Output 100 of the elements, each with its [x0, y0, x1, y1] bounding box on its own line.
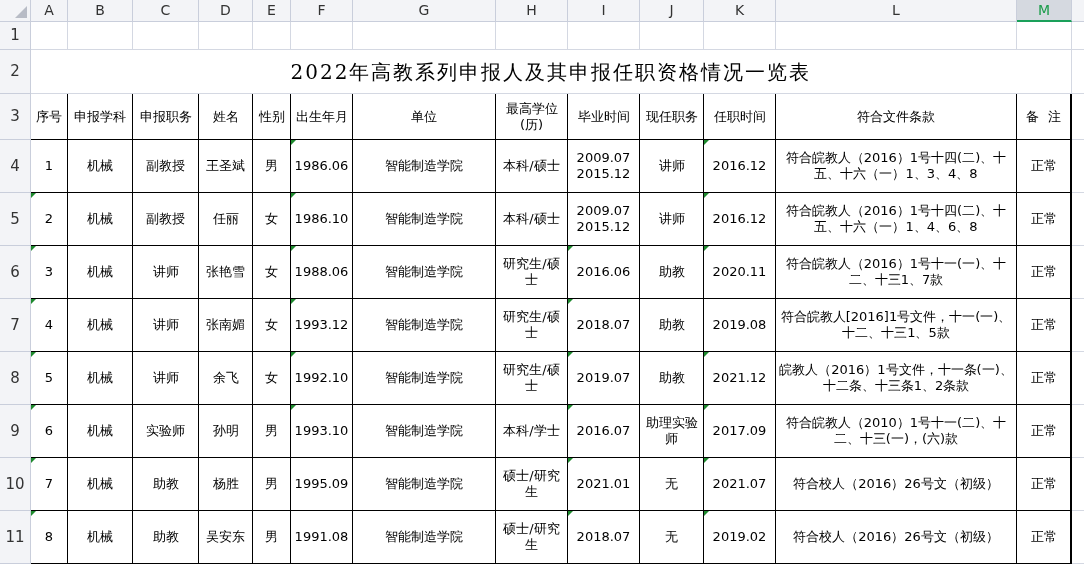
row-number[interactable]: 5 — [0, 193, 31, 246]
table-cell[interactable]: 女 — [253, 299, 291, 352]
table-cell[interactable]: 机械 — [68, 352, 133, 405]
table-cell[interactable]: 机械 — [68, 511, 133, 564]
header-cell[interactable]: 最高学位(历) — [496, 94, 568, 140]
column-header[interactable]: L — [776, 0, 1017, 22]
table-cell[interactable]: 实验师 — [133, 405, 199, 458]
table-cell[interactable]: 符合皖教人（2010）1号十一(二)、十二、十三(一)，(六)款 — [776, 405, 1017, 458]
table-cell[interactable]: 3 — [31, 246, 68, 299]
table-cell[interactable]: 智能制造学院 — [353, 352, 496, 405]
empty-cell[interactable] — [68, 22, 133, 50]
table-cell[interactable]: 2019.08 — [704, 299, 776, 352]
table-cell[interactable]: 5 — [31, 352, 68, 405]
table-cell[interactable]: 1988.06 — [291, 246, 353, 299]
table-cell[interactable]: 符合皖教人（2016）1号十四(二)、十五、十六（一）1、3、4、8 — [776, 140, 1017, 193]
header-cell[interactable]: 性别 — [253, 94, 291, 140]
table-cell[interactable]: 2016.12 — [704, 193, 776, 246]
table-cell[interactable]: 符合皖教人（2016）1号十一(一)、十二、十三1、7款 — [776, 246, 1017, 299]
table-cell[interactable]: 智能制造学院 — [353, 299, 496, 352]
header-cell[interactable]: 姓名 — [199, 94, 253, 140]
table-cell[interactable]: 任丽 — [199, 193, 253, 246]
empty-cell[interactable] — [1017, 22, 1072, 50]
table-cell[interactable]: 机械 — [68, 458, 133, 511]
table-cell[interactable]: 2009.07 2015.12 — [568, 140, 640, 193]
table-cell[interactable]: 张南媚 — [199, 299, 253, 352]
table-cell[interactable]: 7 — [31, 458, 68, 511]
table-cell[interactable]: 6 — [31, 405, 68, 458]
table-cell[interactable]: 讲师 — [133, 352, 199, 405]
header-cell[interactable]: 备 注 — [1017, 94, 1072, 140]
table-cell[interactable]: 2021.12 — [704, 352, 776, 405]
table-cell[interactable]: 正常 — [1017, 193, 1072, 246]
table-cell[interactable]: 2016.07 — [568, 405, 640, 458]
header-cell[interactable]: 毕业时间 — [568, 94, 640, 140]
column-header[interactable]: F — [291, 0, 353, 22]
table-cell[interactable]: 正常 — [1017, 511, 1072, 564]
row-number[interactable]: 9 — [0, 405, 31, 458]
table-cell[interactable]: 张艳雪 — [199, 246, 253, 299]
table-cell[interactable]: 无 — [640, 458, 704, 511]
table-cell[interactable]: 智能制造学院 — [353, 140, 496, 193]
table-cell[interactable]: 男 — [253, 405, 291, 458]
table-cell[interactable]: 助教 — [133, 511, 199, 564]
empty-cell[interactable] — [133, 22, 199, 50]
table-cell[interactable]: 研究生/硕士 — [496, 299, 568, 352]
empty-cell[interactable] — [199, 22, 253, 50]
title-cell[interactable]: 2022年高教系列申报人及其申报任职资格情况一览表 — [31, 50, 1072, 94]
table-cell[interactable]: 硕士/研究生 — [496, 511, 568, 564]
table-cell[interactable]: 副教授 — [133, 193, 199, 246]
table-cell[interactable]: 正常 — [1017, 299, 1072, 352]
table-cell[interactable]: 2016.06 — [568, 246, 640, 299]
table-cell[interactable]: 女 — [253, 246, 291, 299]
table-cell[interactable]: 助教 — [640, 352, 704, 405]
header-cell[interactable]: 申报职务 — [133, 94, 199, 140]
table-cell[interactable]: 2016.12 — [704, 140, 776, 193]
table-cell[interactable]: 女 — [253, 193, 291, 246]
table-cell[interactable]: 2017.09 — [704, 405, 776, 458]
table-cell[interactable]: 符合校人（2016）26号文（初级） — [776, 458, 1017, 511]
corner-cell[interactable] — [0, 0, 31, 22]
empty-cell[interactable] — [496, 22, 568, 50]
table-cell[interactable]: 2021.01 — [568, 458, 640, 511]
header-cell[interactable]: 序号 — [31, 94, 68, 140]
table-cell[interactable]: 杨胜 — [199, 458, 253, 511]
table-cell[interactable]: 智能制造学院 — [353, 511, 496, 564]
table-cell[interactable]: 助教 — [640, 299, 704, 352]
empty-cell[interactable] — [640, 22, 704, 50]
column-header[interactable]: A — [31, 0, 68, 22]
table-cell[interactable]: 助教 — [640, 246, 704, 299]
table-cell[interactable]: 符合校人（2016）26号文（初级） — [776, 511, 1017, 564]
header-cell[interactable]: 任职时间 — [704, 94, 776, 140]
empty-cell[interactable] — [253, 22, 291, 50]
header-cell[interactable]: 现任职务 — [640, 94, 704, 140]
column-header[interactable]: H — [496, 0, 568, 22]
table-cell[interactable]: 2020.11 — [704, 246, 776, 299]
table-cell[interactable]: 智能制造学院 — [353, 193, 496, 246]
table-cell[interactable]: 本科/硕士 — [496, 193, 568, 246]
table-cell[interactable]: 1993.12 — [291, 299, 353, 352]
row-number[interactable]: 11 — [0, 511, 31, 564]
table-cell[interactable]: 讲师 — [640, 140, 704, 193]
table-cell[interactable]: 2018.07 — [568, 511, 640, 564]
table-cell[interactable]: 智能制造学院 — [353, 458, 496, 511]
table-cell[interactable]: 正常 — [1017, 458, 1072, 511]
empty-cell[interactable] — [776, 22, 1017, 50]
table-cell[interactable]: 2009.07 2015.12 — [568, 193, 640, 246]
row-number[interactable]: 6 — [0, 246, 31, 299]
row-number[interactable]: 3 — [0, 94, 31, 140]
table-cell[interactable]: 2 — [31, 193, 68, 246]
table-cell[interactable]: 正常 — [1017, 352, 1072, 405]
table-cell[interactable]: 皖教人（2016）1号文件，十一条(一)、十二条、十三条1、2条款 — [776, 352, 1017, 405]
table-cell[interactable]: 研究生/硕士 — [496, 246, 568, 299]
table-cell[interactable]: 1992.10 — [291, 352, 353, 405]
column-header[interactable]: E — [253, 0, 291, 22]
table-cell[interactable]: 机械 — [68, 299, 133, 352]
column-header[interactable]: D — [199, 0, 253, 22]
table-cell[interactable]: 符合皖教人[2016]1号文件，十一(一)、十二、十三1、5款 — [776, 299, 1017, 352]
row-number[interactable]: 7 — [0, 299, 31, 352]
header-cell[interactable]: 单位 — [353, 94, 496, 140]
row-number[interactable]: 10 — [0, 458, 31, 511]
row-number[interactable]: 8 — [0, 352, 31, 405]
table-cell[interactable]: 无 — [640, 511, 704, 564]
column-header[interactable]: K — [704, 0, 776, 22]
column-header[interactable]: G — [353, 0, 496, 22]
